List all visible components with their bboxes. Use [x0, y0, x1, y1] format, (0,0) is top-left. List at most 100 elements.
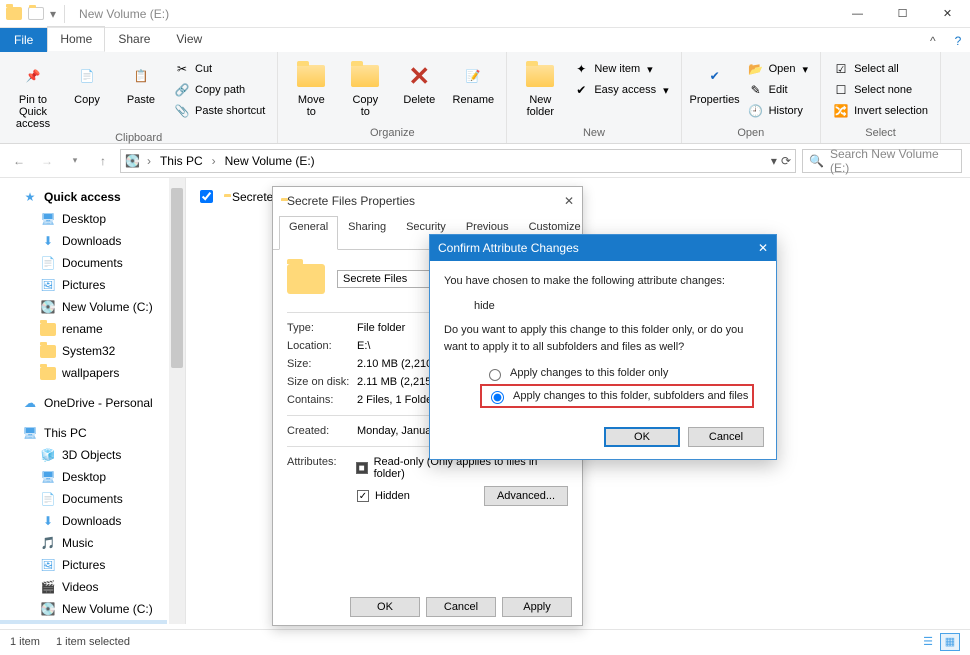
tree-downloads[interactable]: ⬇Downloads — [0, 230, 167, 252]
group-label-new: New — [583, 125, 605, 141]
confirm-line1: You have chosen to make the following at… — [444, 273, 762, 290]
minimize-button[interactable]: — — [835, 0, 880, 28]
tab-file[interactable]: File — [0, 28, 47, 52]
tree-wallpapers[interactable]: wallpapers — [0, 362, 167, 384]
radio-input-folder-only[interactable] — [489, 369, 501, 381]
help-icon[interactable]: ? — [946, 30, 970, 52]
address-dropdown-icon[interactable]: ▾ — [771, 154, 777, 168]
properties-ok-button[interactable]: OK — [350, 597, 420, 617]
tab-general[interactable]: General — [279, 216, 338, 250]
tree-desktop2[interactable]: 🖥Desktop — [0, 466, 167, 488]
tab-sharing[interactable]: Sharing — [338, 216, 396, 250]
tree-pictures[interactable]: 🖼Pictures — [0, 274, 167, 296]
rename-button[interactable]: 📝Rename — [448, 56, 498, 106]
ribbon-collapse-icon[interactable]: ^ — [926, 30, 946, 52]
properties-apply-button[interactable]: Apply — [502, 597, 572, 617]
view-large-button[interactable]: ▦ — [940, 633, 960, 651]
readonly-checkbox[interactable]: ■ — [356, 462, 368, 474]
confirm-cancel-button[interactable]: Cancel — [688, 427, 764, 447]
properties-close-icon[interactable]: ✕ — [564, 194, 574, 208]
cut-button[interactable]: ✂Cut — [170, 60, 269, 78]
hidden-checkbox[interactable] — [357, 490, 369, 502]
crumb-volume[interactable]: New Volume (E:) — [223, 154, 317, 168]
select-none-icon: ☐ — [833, 82, 849, 98]
radio-subfolders-highlighted[interactable]: Apply changes to this folder, subfolders… — [480, 384, 754, 409]
properties-cancel-button[interactable]: Cancel — [426, 597, 496, 617]
tree-system32[interactable]: System32 — [0, 340, 167, 362]
new-folder-button[interactable]: Newfolder — [515, 56, 565, 118]
pin-quick-access-button[interactable]: 📌 Pin to Quickaccess — [8, 56, 58, 130]
tree-music[interactable]: 🎵Music — [0, 532, 167, 554]
open-button[interactable]: 📂Open▾ — [744, 60, 812, 78]
crumb-this-pc[interactable]: This PC — [158, 154, 205, 168]
confirm-line2: Do you want to apply this change to this… — [444, 322, 762, 355]
tree-desktop[interactable]: 🖥Desktop — [0, 208, 167, 230]
qat-dropdown-icon[interactable]: ▾ — [50, 7, 56, 21]
title-path: New Volume (E:) — [79, 7, 169, 21]
properties-button[interactable]: ✔Properties — [690, 56, 740, 106]
paste-icon: 📋 — [125, 60, 157, 92]
drive-icon: 💽 — [40, 601, 56, 617]
item-checkbox[interactable] — [200, 190, 213, 203]
paste-shortcut-button[interactable]: 📎Paste shortcut — [170, 102, 269, 120]
tree-documents[interactable]: 📄Documents — [0, 252, 167, 274]
confirm-close-icon[interactable]: ✕ — [758, 241, 768, 255]
tab-view[interactable]: View — [163, 26, 215, 52]
tree-downloads2[interactable]: ⬇Downloads — [0, 510, 167, 532]
search-box[interactable]: 🔍 Search New Volume (E:) — [802, 149, 962, 173]
prop-contains-value: 2 Files, 1 Folder — [357, 394, 436, 406]
address-row: ← → ▾ ↑ 💽 This PC New Volume (E:) ▾ ⟳ 🔍 … — [0, 144, 970, 178]
tree-pictures2[interactable]: 🖼Pictures — [0, 554, 167, 576]
radio-input-subfolders[interactable] — [491, 391, 504, 404]
tab-share[interactable]: Share — [105, 26, 163, 52]
invert-icon: 🔀 — [833, 103, 849, 119]
new-item-button[interactable]: ✦New item▾ — [569, 60, 672, 78]
back-button[interactable]: ← — [8, 150, 30, 172]
maximize-button[interactable]: ☐ — [880, 0, 925, 28]
radio-this-folder-only[interactable]: Apply changes to this folder only — [444, 363, 762, 384]
copy-to-button[interactable]: Copyto — [340, 56, 390, 118]
tab-home[interactable]: Home — [47, 26, 105, 52]
tree-documents2[interactable]: 📄Documents — [0, 488, 167, 510]
sidebar-scrollbar[interactable] — [169, 178, 185, 624]
documents-icon: 📄 — [40, 491, 56, 507]
tree-this-pc[interactable]: 🖥This PC — [0, 422, 167, 444]
move-to-button[interactable]: Moveto — [286, 56, 336, 118]
paste-shortcut-icon: 📎 — [174, 103, 190, 119]
forward-button[interactable]: → — [36, 150, 58, 172]
select-none-button[interactable]: ☐Select none — [829, 81, 932, 99]
history-button[interactable]: 🕘History — [744, 102, 812, 120]
tree-newvol-e[interactable]: 💽New Volume (E:) — [0, 620, 167, 624]
confirm-attribute: hide — [444, 290, 762, 323]
tree-newvol-c2[interactable]: 💽New Volume (C:) — [0, 598, 167, 620]
folder-icon — [6, 6, 22, 22]
folder-icon — [40, 365, 56, 381]
easy-access-button[interactable]: ✔Easy access▾ — [569, 81, 672, 99]
up-button[interactable]: ↑ — [92, 150, 114, 172]
documents-icon: 📄 — [40, 255, 56, 271]
refresh-icon[interactable]: ⟳ — [781, 154, 791, 168]
confirm-ok-button[interactable]: OK — [604, 427, 680, 447]
close-button[interactable]: ✕ — [925, 0, 970, 28]
tree-rename[interactable]: rename — [0, 318, 167, 340]
prop-sizeondisk-value: 2.11 MB (2,215 — [357, 376, 431, 388]
copy-path-button[interactable]: 🔗Copy path — [170, 81, 269, 99]
copy-button[interactable]: 📄 Copy — [62, 56, 112, 106]
paste-button[interactable]: 📋 Paste — [116, 56, 166, 106]
address-bar[interactable]: 💽 This PC New Volume (E:) ▾ ⟳ — [120, 149, 796, 173]
delete-button[interactable]: ✕Delete — [394, 56, 444, 106]
select-all-button[interactable]: ☑Select all — [829, 60, 932, 78]
tree-newvol-c[interactable]: 💽New Volume (C:) — [0, 296, 167, 318]
view-details-button[interactable]: ☰ — [918, 633, 938, 651]
tree-quick-access[interactable]: ★Quick access — [0, 186, 167, 208]
tree-videos[interactable]: 🎬Videos — [0, 576, 167, 598]
invert-selection-button[interactable]: 🔀Invert selection — [829, 102, 932, 120]
advanced-button[interactable]: Advanced... — [484, 486, 568, 506]
tree-onedrive[interactable]: ☁OneDrive - Personal — [0, 392, 167, 414]
pictures-icon: 🖼 — [40, 557, 56, 573]
folder-icon — [40, 343, 56, 359]
edit-button[interactable]: ✎Edit — [744, 81, 812, 99]
tree-3d-objects[interactable]: 🧊3D Objects — [0, 444, 167, 466]
recent-dropdown[interactable]: ▾ — [64, 150, 86, 172]
pin-icon: 📌 — [17, 60, 49, 92]
